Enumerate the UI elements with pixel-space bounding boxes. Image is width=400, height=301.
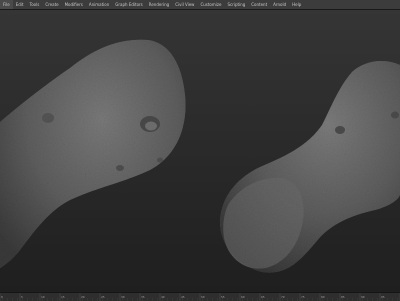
ruler-tick-label: 20 — [81, 295, 85, 299]
ruler-tick-label: 95 — [381, 295, 385, 299]
perspective-viewport[interactable] — [0, 10, 400, 292]
ruler-tick-label: 35 — [141, 295, 145, 299]
ruler-tick-label: 80 — [321, 295, 325, 299]
ruler-tick-label: 0 — [1, 295, 3, 299]
menu-animation[interactable]: Animation — [86, 0, 112, 9]
asteroid-left — [0, 39, 186, 268]
ruler-tick-label: 15 — [61, 295, 65, 299]
menu-graph-editors[interactable]: Graph Editors — [112, 0, 145, 9]
menu-content[interactable]: Content — [248, 0, 270, 9]
ruler-tick-label: 85 — [341, 295, 345, 299]
ruler-tick-label: 70 — [281, 295, 285, 299]
menu-tools[interactable]: Tools — [26, 0, 42, 9]
ruler-tick-label: 40 — [161, 295, 165, 299]
ruler-tick-label: 75 — [301, 295, 305, 299]
menu-edit[interactable]: Edit — [13, 0, 27, 9]
ruler-tick-label: 5 — [21, 295, 23, 299]
ruler-tick-label: 60 — [241, 295, 245, 299]
ruler-tick-label: 50 — [201, 295, 205, 299]
menu-rendering[interactable]: Rendering — [146, 0, 172, 9]
ruler-tick-label: 25 — [101, 295, 105, 299]
ruler-tick-label: 55 — [221, 295, 225, 299]
menu-scripting[interactable]: Scripting — [224, 0, 248, 9]
menu-help[interactable]: Help — [289, 0, 304, 9]
menu-customize[interactable]: Customize — [197, 0, 224, 9]
ruler-tick-label: 45 — [181, 295, 185, 299]
ruler-tick-label: 90 — [361, 295, 365, 299]
menu-modifiers[interactable]: Modifiers — [62, 0, 86, 9]
ruler-tick-label: 30 — [121, 295, 125, 299]
ruler-tick-label: 65 — [261, 295, 265, 299]
ruler-tick-label: 10 — [41, 295, 45, 299]
main-menu-bar: File Edit Tools Create Modifiers Animation Gra… — [0, 0, 400, 10]
asteroid-right — [219, 60, 400, 273]
menu-civil-view[interactable]: Civil View — [172, 0, 197, 9]
menu-file[interactable]: File — [0, 0, 13, 9]
menu-arnold[interactable]: Arnold — [270, 0, 289, 9]
viewport-scene — [0, 39, 400, 273]
menu-create[interactable]: Create — [42, 0, 61, 9]
